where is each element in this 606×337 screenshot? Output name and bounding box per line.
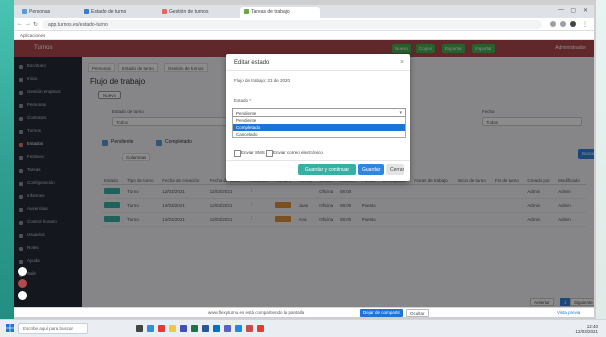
bookmark-apps[interactable]: Aplicaciones	[20, 33, 45, 38]
tab-favicon-icon	[244, 9, 249, 14]
edge-icon[interactable]	[147, 325, 154, 332]
browser-tab[interactable]: Gestión de turnos	[158, 7, 236, 18]
profile-avatar-icon[interactable]	[570, 21, 576, 27]
modal-divider	[226, 160, 410, 161]
tab-favicon-icon	[84, 9, 89, 14]
close-window-icon[interactable]: ✕	[583, 7, 588, 14]
taskbar-search-input[interactable]: Escribe aquí para buscar	[18, 323, 88, 334]
maximize-icon[interactable]: ▢	[570, 7, 576, 14]
windows-start-icon[interactable]	[6, 324, 14, 332]
stop-sharing-button[interactable]: Dejar de compartir	[360, 309, 404, 317]
store-icon[interactable]	[180, 325, 187, 332]
teams-icon[interactable]	[224, 325, 231, 332]
reload-icon[interactable]: ↻	[33, 21, 38, 28]
browser-tab-bar: Personas Estado de turno Gestión de turn…	[14, 5, 594, 18]
desktop-background	[0, 0, 14, 337]
url-field[interactable]: app.turnos.es/estado-turno	[42, 20, 542, 29]
record-icon[interactable]	[18, 279, 27, 288]
bookmarks-bar: Aplicaciones	[14, 31, 594, 40]
windows-taskbar: Escribe aquí para buscar 12:40 12/03/202…	[0, 319, 606, 337]
browser-tab-active[interactable]: Tareas de trabajo	[240, 7, 320, 18]
desktop-background-right	[596, 0, 606, 337]
save-button[interactable]: Guardar	[358, 164, 384, 175]
modal-info-label: Flujo de trabajo: 23 de 2020	[234, 78, 291, 83]
word-icon[interactable]	[202, 325, 209, 332]
close-button[interactable]: Cerrar	[386, 164, 404, 175]
state-option[interactable]: Cancelado	[232, 131, 406, 138]
system-tray-clock[interactable]: 12:40 12/03/2021	[575, 324, 598, 334]
modal-title: Editar estado	[234, 60, 270, 66]
browser-window: Personas Estado de turno Gestión de turn…	[14, 5, 594, 312]
clock-date: 12/03/2021	[575, 329, 598, 334]
chevron-down-icon: ▾	[399, 110, 402, 116]
state-option[interactable]: Completado	[232, 124, 406, 131]
minimize-icon[interactable]: —	[558, 7, 564, 13]
state-option[interactable]: Pendiente	[232, 117, 406, 124]
taskbar-search-placeholder: Escribe aquí para buscar	[23, 326, 74, 331]
state-field-label: Estado *	[234, 98, 252, 103]
extension-icon[interactable]	[560, 21, 566, 27]
chrome2-icon[interactable]	[257, 325, 264, 332]
save-continue-button[interactable]: Guardar y continuar	[298, 164, 356, 175]
notification-text: www.flexyturno.es está compartiendo la p…	[208, 310, 305, 315]
state-select-value: Pendiente	[236, 111, 257, 116]
send-sms-checkbox[interactable]: Enviar SMS	[234, 150, 265, 157]
tab-favicon-icon	[162, 9, 167, 14]
chrome-icon[interactable]	[158, 325, 165, 332]
state-select[interactable]: Pendiente ▾	[232, 108, 406, 117]
back-icon[interactable]: ←	[17, 21, 23, 27]
photos-icon[interactable]	[246, 325, 253, 332]
modal-divider	[226, 70, 410, 71]
address-bar-row: ← → ↻ app.turnos.es/estado-turno ⋮	[14, 18, 594, 31]
mail-icon[interactable]	[235, 325, 242, 332]
edit-state-modal: Editar estado × Flujo de trabajo: 23 de …	[226, 54, 410, 181]
outlook-icon[interactable]	[213, 325, 220, 332]
forward-icon[interactable]: →	[25, 21, 31, 27]
browser-menu-icon[interactable]: ⋮	[582, 21, 588, 28]
tab-favicon-icon	[22, 9, 27, 14]
preview-link[interactable]: Vista previa	[554, 309, 583, 317]
screen-share-notification: www.flexyturno.es está compartiendo la p…	[14, 307, 594, 317]
excel-icon[interactable]	[191, 325, 198, 332]
app-viewport: Turnos Nuevo Copiar Exportar Importar Ad…	[14, 40, 594, 312]
hide-button[interactable]: Ocultar	[406, 309, 429, 317]
browser-tab[interactable]: Personas	[18, 7, 76, 18]
share-control-icon[interactable]	[18, 291, 27, 300]
extension-icon[interactable]	[550, 21, 556, 27]
browser-tab[interactable]: Estado de turno	[80, 7, 154, 18]
share-control-icon[interactable]	[18, 267, 27, 276]
explorer-icon[interactable]	[169, 325, 176, 332]
send-email-checkbox[interactable]: Enviar correo electrónico	[266, 150, 323, 157]
close-icon[interactable]: ×	[400, 59, 404, 66]
task-view-icon[interactable]	[136, 325, 143, 332]
